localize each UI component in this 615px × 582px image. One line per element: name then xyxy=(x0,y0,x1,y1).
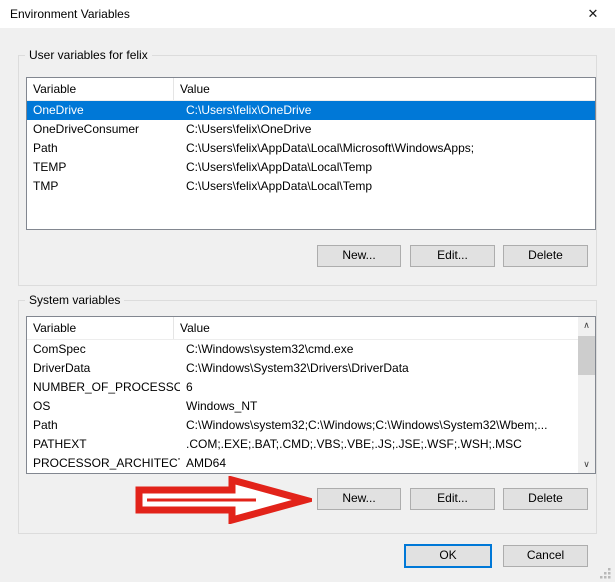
system-variables-table[interactable]: Variable Value ComSpec C:\Windows\system… xyxy=(26,316,596,474)
column-header-variable[interactable]: Variable xyxy=(27,317,174,339)
scroll-down-icon[interactable]: ∨ xyxy=(578,456,595,473)
table-row[interactable]: ComSpec C:\Windows\system32\cmd.exe xyxy=(27,340,578,359)
system-new-button[interactable]: New... xyxy=(317,488,401,510)
user-delete-button[interactable]: Delete xyxy=(503,245,588,267)
variable-cell: Path xyxy=(27,139,180,158)
value-cell: C:\Users\felix\AppData\Local\Microsoft\W… xyxy=(180,139,595,158)
user-new-button[interactable]: New... xyxy=(317,245,401,267)
system-delete-button[interactable]: Delete xyxy=(503,488,588,510)
value-cell: C:\Users\felix\OneDrive xyxy=(180,120,595,139)
table-row[interactable]: PATHEXT .COM;.EXE;.BAT;.CMD;.VBS;.VBE;.J… xyxy=(27,435,578,454)
variable-cell: OneDriveConsumer xyxy=(27,120,180,139)
system-variables-label: System variables xyxy=(25,293,124,308)
user-variables-label: User variables for felix xyxy=(25,48,152,63)
value-cell: C:\Windows\System32\Drivers\DriverData xyxy=(180,359,578,378)
table-row[interactable]: Path C:\Users\felix\AppData\Local\Micros… xyxy=(27,139,595,158)
user-variables-table[interactable]: Variable Value OneDrive C:\Users\felix\O… xyxy=(26,77,596,230)
titlebar: Environment Variables ✕ xyxy=(0,0,615,28)
red-arrow-annotation-icon xyxy=(134,476,312,524)
close-icon[interactable]: ✕ xyxy=(580,4,606,24)
scrollbar-thumb[interactable] xyxy=(578,336,595,375)
value-cell: C:\Users\felix\AppData\Local\Temp xyxy=(180,177,595,196)
ok-button[interactable]: OK xyxy=(404,544,492,568)
table-header: Variable Value xyxy=(27,317,578,340)
column-header-value[interactable]: Value xyxy=(174,317,578,339)
variable-cell: TEMP xyxy=(27,158,180,177)
variable-cell: ComSpec xyxy=(27,340,180,359)
variable-cell: NUMBER_OF_PROCESSORS xyxy=(27,378,180,397)
vertical-scrollbar[interactable]: ∧ ∨ xyxy=(578,317,595,473)
table-row[interactable]: OneDriveConsumer C:\Users\felix\OneDrive xyxy=(27,120,595,139)
resize-grip-icon[interactable] xyxy=(598,566,612,580)
value-cell: Windows_NT xyxy=(180,397,578,416)
column-header-variable[interactable]: Variable xyxy=(27,78,174,100)
value-cell: C:\Users\felix\AppData\Local\Temp xyxy=(180,158,595,177)
variable-cell: Path xyxy=(27,416,180,435)
table-row[interactable]: Path C:\Windows\system32;C:\Windows;C:\W… xyxy=(27,416,578,435)
cancel-button[interactable]: Cancel xyxy=(503,545,588,567)
user-edit-button[interactable]: Edit... xyxy=(410,245,495,267)
column-header-value[interactable]: Value xyxy=(174,78,595,100)
variable-cell: PROCESSOR_ARCHITECTURE xyxy=(27,454,180,473)
value-cell: C:\Users\felix\OneDrive xyxy=(180,101,595,120)
table-row[interactable]: DriverData C:\Windows\System32\Drivers\D… xyxy=(27,359,578,378)
value-cell: .COM;.EXE;.BAT;.CMD;.VBS;.VBE;.JS;.JSE;.… xyxy=(180,435,578,454)
system-edit-button[interactable]: Edit... xyxy=(410,488,495,510)
table-header: Variable Value xyxy=(27,78,595,101)
table-row[interactable]: OS Windows_NT xyxy=(27,397,578,416)
variable-cell: TMP xyxy=(27,177,180,196)
variable-cell: OneDrive xyxy=(27,101,180,120)
environment-variables-dialog: Environment Variables ✕ User variables f… xyxy=(0,0,615,582)
table-row[interactable]: TEMP C:\Users\felix\AppData\Local\Temp xyxy=(27,158,595,177)
value-cell: AMD64 xyxy=(180,454,578,473)
table-row[interactable]: PROCESSOR_ARCHITECTURE AMD64 xyxy=(27,454,578,473)
scroll-up-icon[interactable]: ∧ xyxy=(578,317,595,334)
variable-cell: DriverData xyxy=(27,359,180,378)
table-row[interactable]: TMP C:\Users\felix\AppData\Local\Temp xyxy=(27,177,595,196)
dialog-title: Environment Variables xyxy=(10,7,130,21)
variable-cell: OS xyxy=(27,397,180,416)
table-row[interactable]: OneDrive C:\Users\felix\OneDrive xyxy=(27,101,595,120)
value-cell: 6 xyxy=(180,378,578,397)
value-cell: C:\Windows\system32\cmd.exe xyxy=(180,340,578,359)
value-cell: C:\Windows\system32;C:\Windows;C:\Window… xyxy=(180,416,578,435)
variable-cell: PATHEXT xyxy=(27,435,180,454)
table-row[interactable]: NUMBER_OF_PROCESSORS 6 xyxy=(27,378,578,397)
